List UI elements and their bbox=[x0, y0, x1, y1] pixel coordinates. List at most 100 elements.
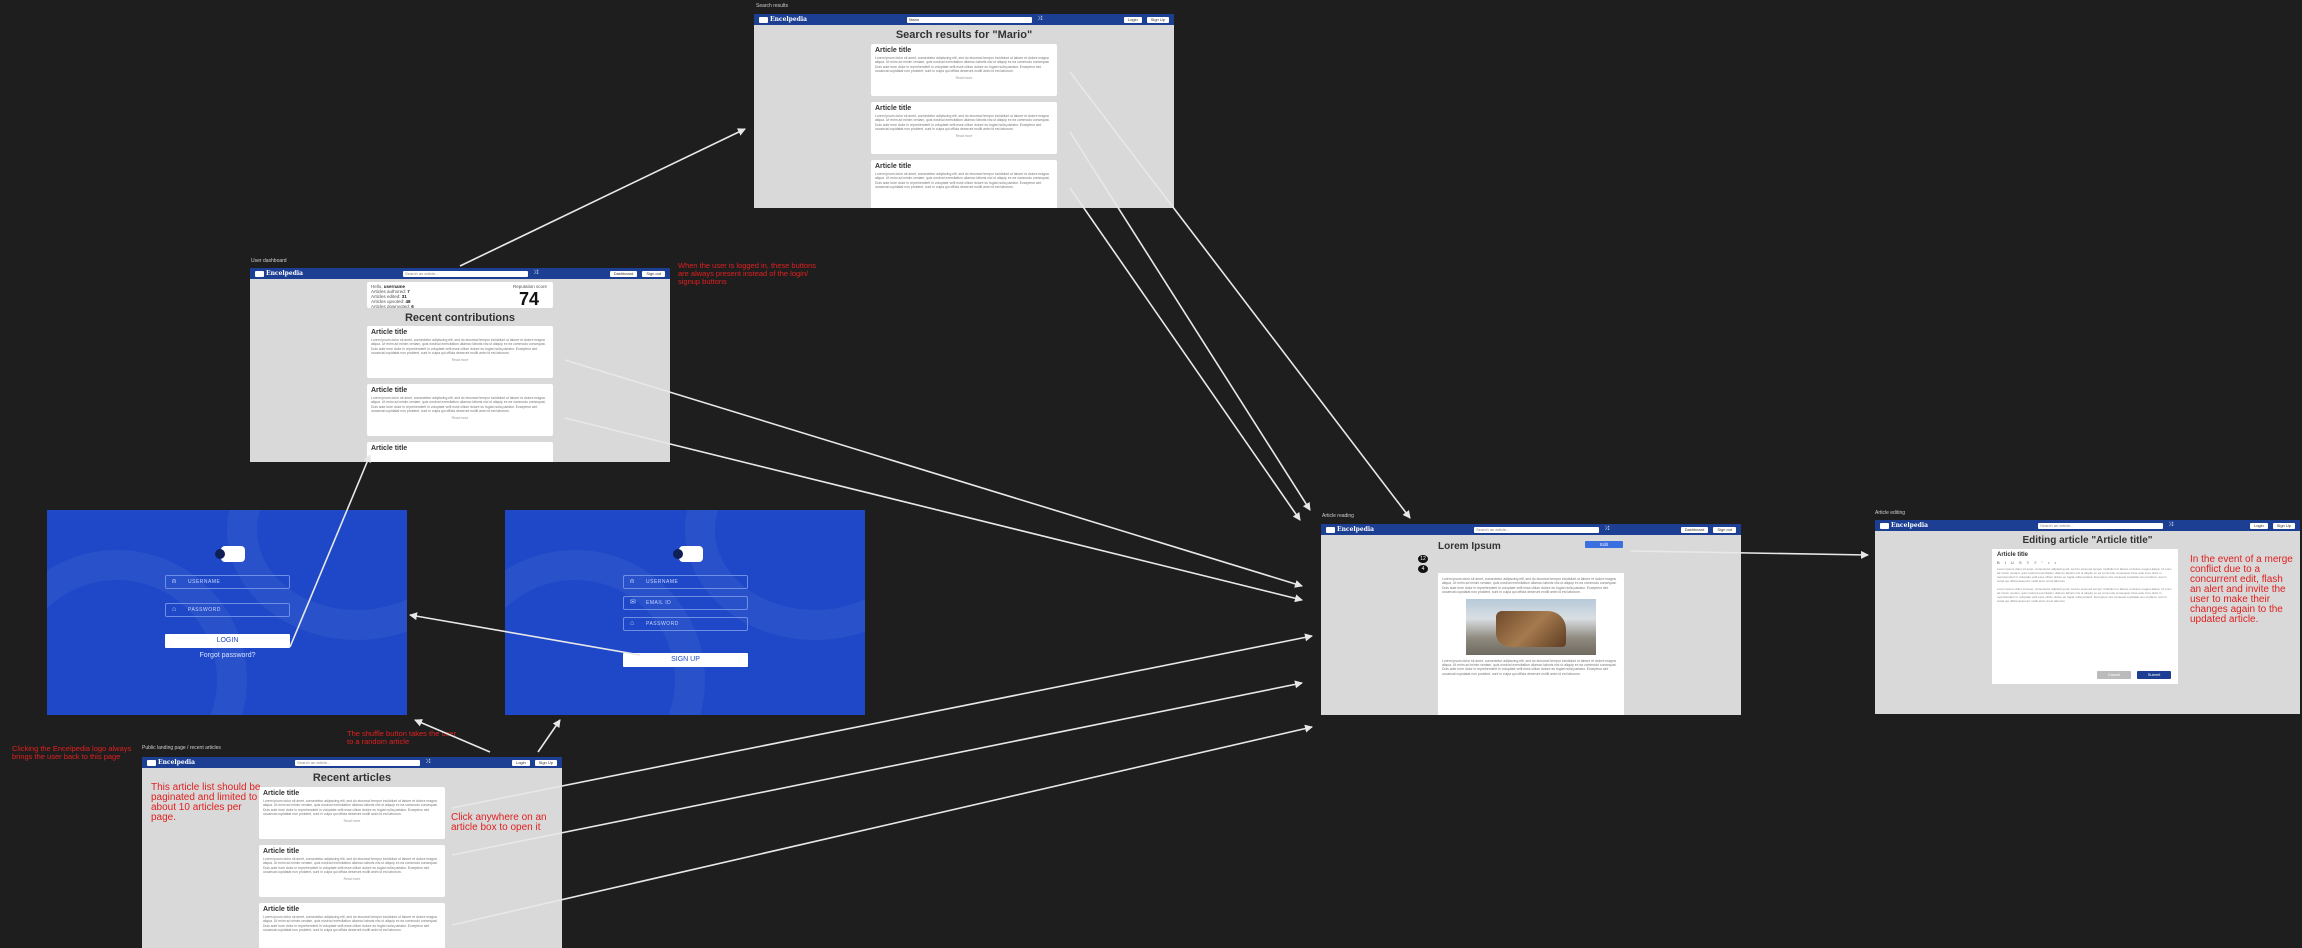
lorem-paragraph: Lorem ipsum dolor sit amet, consectetur … bbox=[263, 799, 438, 817]
lorem-paragraph: Lorem ipsum dolor sit amet, consectetur … bbox=[875, 56, 1050, 74]
username-input[interactable]: ⍝ USERNAME bbox=[165, 575, 290, 589]
logo-icon bbox=[673, 546, 703, 562]
search-input[interactable]: Mario bbox=[907, 16, 1033, 23]
login-button[interactable]: Login bbox=[1123, 16, 1142, 23]
user-dashboard-frame: Encelpedia Search an article... ⤨ Dashbo… bbox=[250, 268, 670, 462]
downvote-icon[interactable]: 4 bbox=[1418, 565, 1428, 573]
lorem-paragraph: Lorem ipsum dolor sit amet, consectetur … bbox=[875, 114, 1050, 132]
lorem-paragraph: Lorem ipsum dolor sit amet, consectetur … bbox=[1442, 658, 1617, 676]
search-input[interactable]: Search an article... bbox=[295, 759, 421, 766]
article-card[interactable]: Article title Lorem ipsum dolor sit amet… bbox=[259, 903, 445, 948]
brand-logo[interactable]: Encelpedia bbox=[255, 270, 303, 277]
signup-button[interactable]: Sign Up bbox=[2272, 522, 2295, 529]
note-click-box: Click anywhere on an article box to open… bbox=[451, 812, 547, 833]
lorem-paragraph: Lorem ipsum dolor sit amet, consectetur … bbox=[371, 396, 546, 414]
note-shuffle: The shuffle button takes the user to a r… bbox=[347, 729, 457, 746]
reading-nav: Encelpedia Search an article... ⤨ Dashbo… bbox=[1321, 524, 1741, 535]
editing-nav: Encelpedia Search an article... ⤨ Login … bbox=[1875, 520, 2300, 531]
login-button[interactable]: Login bbox=[511, 759, 530, 766]
article-card[interactable]: Article title Lorem ipsum dolor sit amet… bbox=[259, 787, 445, 839]
section-title: Recent contributions bbox=[404, 312, 515, 324]
signup-button[interactable]: Sign Up bbox=[1146, 16, 1169, 23]
page-title: Editing article "Article title" bbox=[2022, 535, 2153, 546]
shuffle-icon[interactable]: ⤨ bbox=[533, 270, 538, 277]
note-merge-conflict: In the event of a merge conflict due to … bbox=[2190, 554, 2293, 625]
lorem-paragraph[interactable]: Lorem ipsum dolor sit amet, consectetur … bbox=[1997, 567, 2173, 583]
editor-panel: Article title B I U S ≡ ≡ “ • • Lorem ip… bbox=[1992, 549, 2178, 684]
dashboard-frame-label: User dashboard bbox=[251, 258, 287, 264]
password-input[interactable]: ⌂ PASSWORD bbox=[165, 603, 290, 617]
dashboard-button[interactable]: Dashboard bbox=[1680, 526, 1709, 533]
article-card[interactable]: Article title Lorem ipsum dolor sit amet… bbox=[871, 160, 1057, 208]
article-card[interactable]: Article title Lorem ipsum dolor sit amet… bbox=[367, 326, 553, 378]
article-card[interactable]: Article title Lorem ipsum dolor sit amet… bbox=[871, 44, 1057, 96]
sculpture-shape bbox=[1496, 610, 1566, 647]
lock-icon: ⌂ bbox=[630, 620, 635, 627]
brand-logo[interactable]: Encelpedia bbox=[147, 759, 195, 766]
dashboard-button[interactable]: Dashboard bbox=[609, 270, 638, 277]
brand-logo[interactable]: Encelpedia bbox=[1880, 522, 1928, 529]
note-logo: Clicking the Encelpedia logo always brin… bbox=[12, 744, 132, 761]
shuffle-icon[interactable]: ⤨ bbox=[1604, 526, 1609, 533]
article-card[interactable]: Article title bbox=[367, 442, 553, 462]
email-input[interactable]: ✉ EMAIL ID bbox=[623, 596, 748, 610]
logo-icon bbox=[255, 270, 264, 277]
landing-nav: Encelpedia Search an article... ⤨ Login … bbox=[142, 757, 562, 768]
brand-logo[interactable]: Encelpedia bbox=[759, 16, 807, 23]
password-input[interactable]: ⌂ PASSWORD bbox=[623, 617, 748, 631]
shuffle-icon[interactable]: ⤨ bbox=[2168, 522, 2173, 529]
submit-button[interactable]: Submit bbox=[2137, 671, 2171, 679]
user-icon: ⍝ bbox=[172, 578, 177, 585]
editing-frame-label: Article editing bbox=[1875, 510, 1906, 516]
login-button[interactable]: Login bbox=[2249, 522, 2268, 529]
upvote-icon[interactable]: 12 bbox=[1418, 555, 1428, 563]
logo-icon bbox=[1326, 526, 1335, 533]
note-logged-in: When the user is logged in, these button… bbox=[678, 261, 817, 286]
lorem-paragraph[interactable]: Lorem ipsum dolor sit amet, consectetur … bbox=[1997, 587, 2173, 603]
user-icon: ⍝ bbox=[630, 578, 635, 585]
signup-frame: ⍝ USERNAME ✉ EMAIL ID ⌂ PASSWORD SIGN UP bbox=[505, 510, 865, 715]
lock-icon: ⌂ bbox=[172, 606, 177, 613]
mail-icon: ✉ bbox=[630, 599, 637, 606]
cancel-button[interactable]: Cancel bbox=[2097, 671, 2131, 679]
lorem-paragraph: Lorem ipsum dolor sit amet, consectetur … bbox=[875, 172, 1050, 190]
lorem-paragraph: Lorem ipsum dolor sit amet, consectetur … bbox=[1442, 577, 1617, 595]
edit-button[interactable]: Edit bbox=[1585, 541, 1623, 548]
signup-button[interactable]: Sign Up bbox=[534, 759, 557, 766]
reading-frame-label: Article reading bbox=[1322, 513, 1354, 519]
search-frame-label: Search results bbox=[756, 3, 788, 9]
logo-icon bbox=[1880, 522, 1889, 529]
note-pagination: This article list should be paginated an… bbox=[151, 782, 261, 823]
editor-toolbar[interactable]: B I U S ≡ ≡ “ • • bbox=[1997, 560, 2173, 565]
username-input[interactable]: ⍝ USERNAME bbox=[623, 575, 748, 589]
article-body: Lorem ipsum dolor sit amet, consectetur … bbox=[1438, 573, 1624, 715]
logo-icon bbox=[215, 546, 245, 562]
signout-button[interactable]: Sign out bbox=[642, 270, 665, 277]
article-card[interactable]: Article title Lorem ipsum dolor sit amet… bbox=[367, 384, 553, 436]
signup-button[interactable]: SIGN UP bbox=[623, 653, 748, 667]
article-card[interactable]: Article title Lorem ipsum dolor sit amet… bbox=[871, 102, 1057, 154]
signout-button[interactable]: Sign out bbox=[1713, 526, 1736, 533]
brand-logo[interactable]: Encelpedia bbox=[1326, 526, 1374, 533]
shuffle-icon[interactable]: ⤨ bbox=[1037, 16, 1042, 23]
search-input[interactable]: Search an article... bbox=[1474, 526, 1600, 533]
search-input[interactable]: Search an article... bbox=[2038, 522, 2164, 529]
logo-icon bbox=[147, 759, 156, 766]
login-frame: ⍝ USERNAME ⌂ PASSWORD LOGIN Forgot passwor… bbox=[47, 510, 407, 715]
lorem-paragraph: Lorem ipsum dolor sit amet, consectetur … bbox=[371, 338, 546, 356]
article-title: Lorem Ipsum bbox=[1438, 541, 1501, 552]
search-results-frame: Encelpedia Mario ⤨ Login Sign Up Search … bbox=[754, 14, 1174, 208]
dashboard-nav: Encelpedia Search an article... ⤨ Dashbo… bbox=[250, 268, 670, 279]
search-nav: Encelpedia Mario ⤨ Login Sign Up bbox=[754, 14, 1174, 25]
article-card[interactable]: Article title Lorem ipsum dolor sit amet… bbox=[259, 845, 445, 897]
landing-frame-label: Public landing page / recent articles bbox=[142, 745, 221, 751]
user-stats-card: Hello, username Articles authored: 7 Art… bbox=[367, 282, 553, 309]
article-title-field[interactable]: Article title bbox=[1997, 552, 2173, 558]
article-image bbox=[1466, 598, 1596, 655]
lorem-paragraph: Lorem ipsum dolor sit amet, consectetur … bbox=[263, 857, 438, 875]
login-button[interactable]: LOGIN bbox=[165, 634, 290, 648]
forgot-password-link[interactable]: Forgot password? bbox=[165, 652, 290, 659]
search-input[interactable]: Search an article... bbox=[403, 270, 529, 277]
shuffle-icon[interactable]: ⤨ bbox=[425, 759, 430, 766]
page-title: Search results for "Mario" bbox=[895, 29, 1033, 41]
